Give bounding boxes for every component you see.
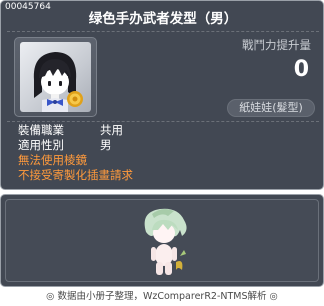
footer-credit: ◎ 数据由小册子整理，WzComparerR2-NTMS解析 ◎ [46,291,278,302]
job-row: 裝備職業 共用 [18,123,123,137]
item-icon-frame [14,37,97,117]
character-preview-icon [144,208,187,275]
item-name: 绿色手办武者发型（男） [88,11,238,27]
item-tooltip-panel: 00045764 绿色手办武者发型（男） 戰鬥力提升量 0 紙娃娃(髮型) 裝備… [0,0,324,190]
character-preview-panel [0,194,324,287]
warning-prism: 無法使用棱鏡 [18,153,87,167]
combat-power-value: 0 [293,57,309,82]
gender-value: 男 [100,138,112,152]
hair-item-icon [33,52,83,112]
stats-divider [7,121,319,122]
gender-label: 適用性別 [18,138,64,152]
combat-power-label: 戰鬥力提升量 [242,38,311,52]
title-divider [7,31,319,32]
warning-illustration: 不接受寄製化插畫請求 [18,168,133,182]
job-value: 共用 [100,123,123,137]
item-category-badge: 紙娃娃(髮型) [227,99,315,117]
item-icon-background [20,42,91,112]
character-preview-frame [5,199,319,282]
gender-row: 適用性別 男 [18,138,112,152]
job-label: 裝備職業 [18,123,64,137]
